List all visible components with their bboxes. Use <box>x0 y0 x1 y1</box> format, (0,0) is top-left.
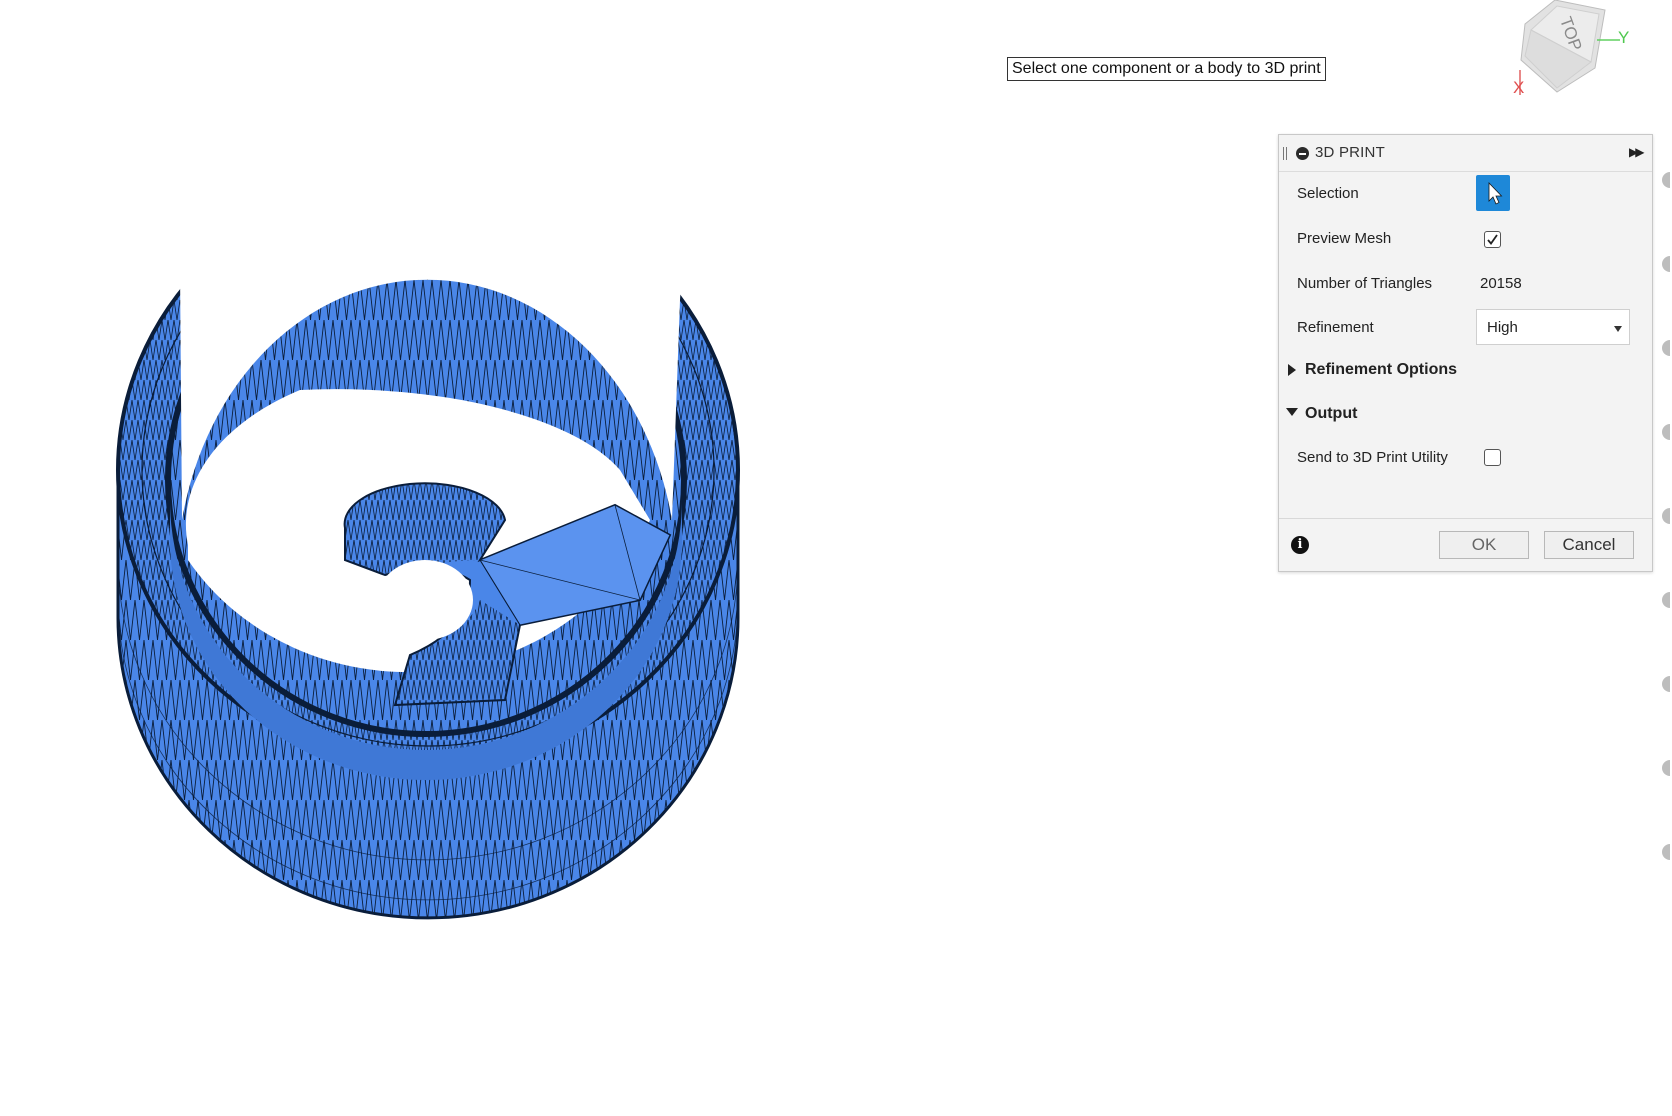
axis-x-label: X <box>1513 78 1525 97</box>
refinement-label: Refinement <box>1297 319 1374 336</box>
send-to-utility-checkbox[interactable] <box>1484 449 1501 466</box>
cursor-arrow-icon <box>1488 182 1503 205</box>
expand-triangle-icon[interactable] <box>1288 364 1296 376</box>
refinement-options-section[interactable]: Refinement Options <box>1305 361 1457 379</box>
triangles-label: Number of Triangles <box>1297 275 1433 292</box>
refinement-value: High <box>1487 319 1518 336</box>
refinement-dropdown[interactable]: High <box>1476 309 1630 345</box>
expand-panel-icon[interactable]: ▶▶ <box>1629 145 1645 159</box>
triangles-value: 20158 <box>1480 275 1522 292</box>
3d-print-dialog: 3D PRINT ▶▶ Selection Preview Mesh Numbe… <box>1278 134 1653 572</box>
footer-divider <box>1279 518 1652 519</box>
send-to-utility-label: Send to 3D Print Utility <box>1297 449 1448 466</box>
info-icon[interactable]: i <box>1291 536 1309 554</box>
checkmark-icon <box>1487 234 1498 245</box>
caret-down-icon <box>1614 326 1622 332</box>
cancel-button[interactable]: Cancel <box>1544 531 1634 559</box>
collapse-triangle-icon[interactable] <box>1286 408 1298 416</box>
dialog-title: 3D PRINT <box>1315 144 1385 161</box>
axis-y-label: Y <box>1618 28 1630 47</box>
collapse-icon[interactable] <box>1296 147 1309 160</box>
ok-button[interactable]: OK <box>1439 531 1529 559</box>
selection-label: Selection <box>1297 185 1359 202</box>
preview-mesh-label: Preview Mesh <box>1297 230 1392 247</box>
status-tooltip: Select one component or a body to 3D pri… <box>1007 57 1326 81</box>
preview-mesh-checkbox[interactable] <box>1484 231 1501 248</box>
view-cube[interactable]: TOP X Y <box>1495 0 1635 105</box>
drag-handle-icon[interactable] <box>1283 147 1287 160</box>
selection-button[interactable] <box>1476 175 1510 211</box>
canvas-viewport[interactable]: Select one component or a body to 3D pri… <box>0 0 1672 1116</box>
output-section[interactable]: Output <box>1305 405 1357 423</box>
dialog-header[interactable]: 3D PRINT ▶▶ <box>1279 135 1652 172</box>
